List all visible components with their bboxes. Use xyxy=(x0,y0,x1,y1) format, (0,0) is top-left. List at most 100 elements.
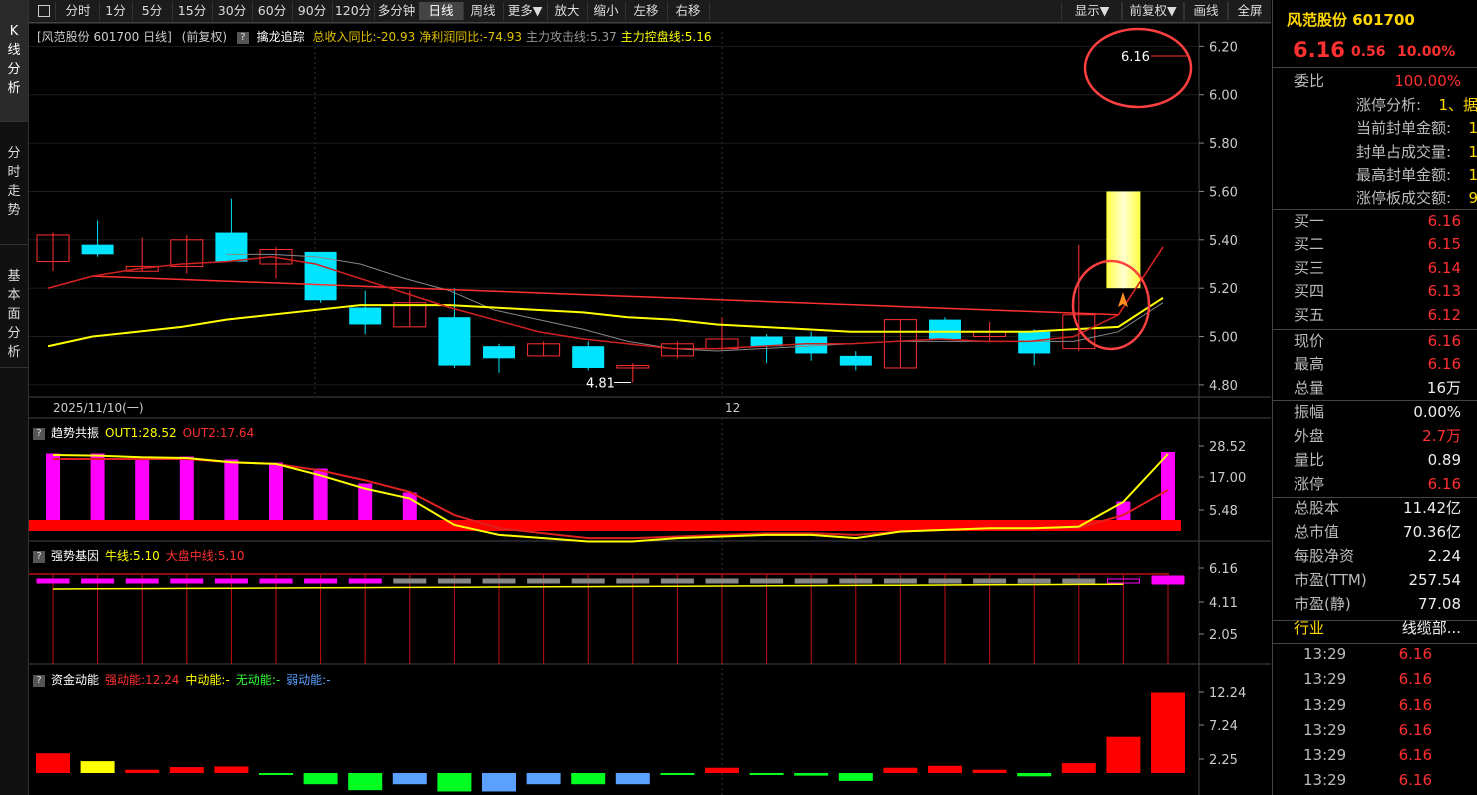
quote-row: 振幅 0.00% xyxy=(1273,400,1477,424)
quote-row: 13:29 6.16 xyxy=(1273,693,1477,717)
quote-label: 买二 xyxy=(1294,235,1325,253)
quote-label: 最高封单金额: xyxy=(1356,166,1452,184)
quote-value: 0.89 xyxy=(1427,451,1461,469)
period-button-3[interactable]: 5分 xyxy=(132,2,173,20)
help-icon[interactable]: ? xyxy=(33,674,45,687)
period-button-14[interactable]: 缩小 xyxy=(587,2,626,20)
panel-value: OUT2:17.64 xyxy=(182,426,255,440)
help-icon[interactable]: ? xyxy=(236,31,249,44)
price-change-pct: 10.00% xyxy=(1397,44,1456,60)
candle-body xyxy=(839,355,872,366)
period-button-16[interactable]: 右移 xyxy=(667,2,710,20)
help-icon[interactable]: ? xyxy=(33,427,45,440)
quote-value: 6.16 xyxy=(1398,746,1432,764)
quote-row: 13:29 6.16 xyxy=(1273,743,1477,767)
candle-body xyxy=(215,232,248,262)
chart-menu-icon[interactable] xyxy=(33,2,56,20)
quote-value: 11.42亿 xyxy=(1403,499,1461,517)
quote-label: 涨停 xyxy=(1294,475,1325,493)
quote-value: 1、据 xyxy=(1438,96,1477,114)
adjust-label: (前复权) xyxy=(181,30,228,44)
candle-body xyxy=(1018,331,1051,354)
strong-block xyxy=(304,578,338,584)
quote-label: 13:29 xyxy=(1303,670,1347,688)
quote-value: 6.16 xyxy=(1398,645,1432,663)
strong-tick-label: 6.16 xyxy=(1209,562,1238,577)
quote-value: 6.12 xyxy=(1427,306,1461,324)
fund-panel-header: ? 资金动能 强动能:12.24 中动能:- 无动能:- 弱动能:- xyxy=(33,671,331,688)
panel-value: 无动能:- xyxy=(235,673,281,687)
strong-block xyxy=(214,578,248,584)
quote-value: 100.00% xyxy=(1394,72,1461,90)
left-tab-3[interactable]: 基本面分析 xyxy=(0,245,28,368)
strong-block xyxy=(616,578,650,584)
period-button-11[interactable]: 周线 xyxy=(463,2,504,20)
period-button-15[interactable]: 左移 xyxy=(625,2,668,20)
main-indicator-value: 主力控盘线:5.16 xyxy=(620,30,712,44)
period-button-5[interactable]: 30分 xyxy=(212,2,253,20)
quote-row: 13:29 6.16 xyxy=(1273,667,1477,691)
quote-value: 6.13 xyxy=(1427,282,1461,300)
quote-value: 6.16 xyxy=(1427,332,1461,350)
strong-block xyxy=(393,578,427,584)
quote-row: 行业 线缆部... xyxy=(1273,616,1477,640)
toolbar-right-button-1[interactable]: 显示▼ xyxy=(1061,2,1123,20)
quote-label: 13:29 xyxy=(1303,746,1347,764)
period-button-4[interactable]: 15分 xyxy=(172,2,213,20)
quote-row: 买四 6.13 xyxy=(1273,279,1477,303)
quote-label: 市盈(静) xyxy=(1294,595,1351,613)
period-button-12[interactable]: 更多▼ xyxy=(503,2,548,20)
panel-value: 弱动能:- xyxy=(286,673,331,687)
toolbar-right-button-2[interactable]: 前复权▼ xyxy=(1121,2,1185,20)
quote-value: 2.24 xyxy=(1427,547,1461,565)
toolbar-right-button-4[interactable]: 全屏 xyxy=(1227,2,1273,20)
quote-label: 每股净资 xyxy=(1294,547,1355,565)
rocket-icon xyxy=(1118,292,1128,307)
quote-value: 1 xyxy=(1468,143,1477,161)
quote-row: 13:29 6.16 xyxy=(1273,718,1477,742)
price-tick-label: 6.00 xyxy=(1209,89,1238,104)
quote-value: 6.16 xyxy=(1398,721,1432,739)
price-tick-label: 6.20 xyxy=(1209,40,1238,55)
strong-block xyxy=(170,578,204,584)
period-button-10[interactable]: 日线 xyxy=(419,2,464,20)
strong-block xyxy=(839,578,873,584)
quote-label: 买五 xyxy=(1294,306,1325,324)
toolbar-right-button-3[interactable]: 画线 xyxy=(1183,2,1229,20)
strong-block xyxy=(1062,578,1096,584)
period-button-1[interactable]: 分时 xyxy=(57,2,100,20)
fund-bar xyxy=(1151,692,1185,773)
panel-name: 资金动能 xyxy=(51,673,100,687)
strong-block xyxy=(437,578,471,584)
left-tab-1[interactable]: K线分析 xyxy=(0,0,28,122)
strong-block xyxy=(259,578,293,584)
quote-row: 13:29 6.16 xyxy=(1273,768,1477,792)
candle-body xyxy=(929,319,961,339)
candle-body xyxy=(572,346,605,368)
trend-tick-label: 5.48 xyxy=(1209,504,1238,519)
quote-value: 6.16 xyxy=(1398,771,1432,789)
fund-bar xyxy=(705,767,739,773)
main-indicator-value: 主力攻击线:5.37 xyxy=(525,30,617,44)
period-button-13[interactable]: 放大 xyxy=(547,2,588,20)
quote-row: 最高 6.16 xyxy=(1273,352,1477,376)
quote-label: 委比 xyxy=(1294,72,1325,90)
panel-name: 强势基因 xyxy=(51,549,100,563)
left-tab-2[interactable]: 分时走势 xyxy=(0,122,28,245)
help-icon[interactable]: ? xyxy=(33,550,45,563)
fund-bar xyxy=(838,773,873,781)
strong-block xyxy=(973,578,1007,584)
candle-body xyxy=(483,346,515,359)
date-label: 2025/11/10(一) xyxy=(53,401,144,415)
period-button-6[interactable]: 60分 xyxy=(252,2,293,20)
period-button-2[interactable]: 1分 xyxy=(99,2,133,20)
period-button-7[interactable]: 90分 xyxy=(292,2,333,20)
trend-bar xyxy=(179,456,194,520)
quote-row: 买二 6.15 xyxy=(1273,232,1477,256)
trend-bar xyxy=(90,453,105,520)
price-change: 0.56 xyxy=(1351,44,1386,60)
period-button-8[interactable]: 120分 xyxy=(332,2,375,20)
quote-row: 买一 6.16 xyxy=(1273,209,1477,233)
price-tick-label: 5.40 xyxy=(1209,234,1238,249)
period-button-9[interactable]: 多分钟 xyxy=(374,2,420,20)
